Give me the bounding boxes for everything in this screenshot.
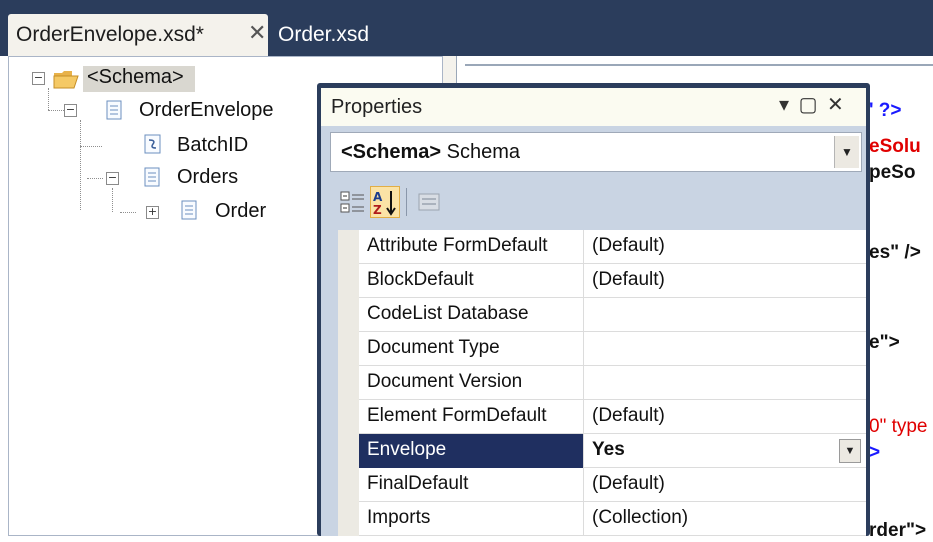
tree-connector [80,146,102,147]
code-fragment: es" /> [869,242,921,263]
property-row[interactable]: BlockDefault (Default) [359,264,866,298]
code-fragment: ' ?> [869,100,902,121]
code-fragment: eSolu [869,136,921,157]
property-name: Document Type [367,337,500,358]
properties-title-bar[interactable]: Properties ▾ ▢ ✕ [321,88,866,126]
chevron-down-icon[interactable]: ▼ [834,136,859,168]
tree-connector [120,212,136,213]
property-value: (Default) [592,405,665,426]
property-row[interactable]: Document Type [359,332,866,366]
field-element-icon [144,134,161,154]
tree-node-order[interactable]: Order [215,200,266,223]
property-row[interactable]: CodeList Database [359,298,866,332]
document-icon [181,200,197,220]
property-row-envelope[interactable]: Envelope Yes ▼ [359,434,866,468]
code-fragment: rder"> [869,520,927,541]
tree-connector [48,88,49,110]
properties-title: Properties [331,96,423,118]
tree-node-orderenvelope[interactable]: OrderEnvelope [139,99,274,122]
property-row[interactable]: FinalDefault (Default) [359,468,866,502]
toolbar-separator [406,188,407,216]
object-type: Schema [446,141,521,163]
property-name: Attribute FormDefault [367,235,548,256]
property-name: CodeList Database [367,303,529,324]
code-fragment: > [869,442,881,463]
expand-icon[interactable]: + [146,206,159,219]
tree-connector [87,178,103,179]
property-name: Envelope [367,439,447,460]
property-value: (Default) [592,473,665,494]
code-fragment: e"> [869,332,900,353]
property-name: Element FormDefault [367,405,547,426]
tree-connector [80,120,81,210]
collapse-icon[interactable]: − [64,104,77,117]
property-row[interactable]: Element FormDefault (Default) [359,400,866,434]
svg-text:A: A [373,190,383,204]
tab-label: OrderEnvelope.xsd* [16,23,204,46]
window-control-icons[interactable]: ▾ ▢ ✕ [779,92,846,117]
property-row[interactable]: Attribute FormDefault (Default) [359,230,866,264]
properties-toolbar: AZ [330,180,862,224]
tab-label: Order.xsd [278,23,370,46]
document-icon [144,167,160,187]
property-row[interactable]: Document Version [359,366,866,400]
tree-node-batchid[interactable]: BatchID [177,134,248,157]
alphabetical-sort-icon[interactable]: AZ [370,186,400,218]
property-value: (Default) [592,235,665,256]
close-tab-icon[interactable]: ✕ [248,20,266,46]
property-name: FinalDefault [367,473,469,494]
property-value: (Default) [592,269,665,290]
property-grid-margin [338,230,359,536]
object-selector-dropdown[interactable]: <Schema> Schema ▼ [330,132,862,172]
object-tag: <Schema> [341,141,442,163]
property-name: BlockDefault [367,269,474,290]
tab-orderenvelope-xsd[interactable]: OrderEnvelope.xsd* ✕ [8,14,268,56]
tree-node-orders[interactable]: Orders [177,166,238,189]
tree-connector [112,188,113,212]
property-value: (Collection) [592,507,689,528]
property-name: Imports [367,507,431,528]
editor-border [465,64,933,66]
folder-open-icon [53,71,79,89]
code-fragment: peSo [869,162,916,183]
tab-order-xsd[interactable]: Order.xsd [270,14,400,56]
object-selector-value: <Schema> Schema [341,141,520,164]
document-icon [106,100,122,120]
categorized-view-icon[interactable] [338,186,368,218]
collapse-icon[interactable]: − [32,72,45,85]
property-value: Yes [592,439,625,460]
svg-text:Z: Z [373,203,382,217]
code-fragment: 0" type [869,416,928,437]
property-name: Document Version [367,371,523,392]
property-pages-icon[interactable] [414,186,444,218]
tree-node-schema[interactable]: <Schema> [87,66,184,89]
property-row[interactable]: Imports (Collection) [359,502,866,536]
collapse-icon[interactable]: − [106,172,119,185]
chevron-down-icon[interactable]: ▼ [839,439,861,463]
